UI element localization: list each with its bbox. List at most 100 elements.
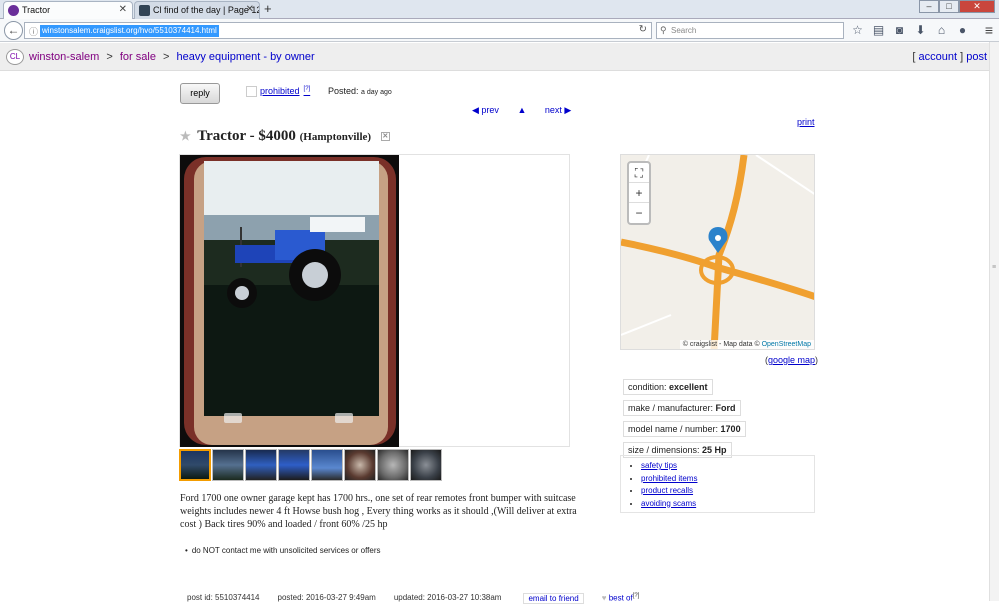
breadcrumb-separator: >	[163, 51, 170, 63]
chat-icon[interactable]: ●	[955, 22, 970, 38]
thumbnail[interactable]	[410, 449, 442, 481]
browser-tab-tractor[interactable]: Tractor ✕	[3, 1, 133, 19]
bookmark-star-icon[interactable]: ☆	[850, 22, 865, 38]
tab-title: Cl find of the day | Page 12...	[153, 5, 260, 15]
posted-timestamp: posted: 2016-03-27 9:49am	[277, 593, 376, 602]
attr-label: model name / number:	[628, 424, 721, 434]
posting-title-text: Tractor - $4000	[197, 128, 296, 144]
safety-links: safety tips prohibited items product rec…	[620, 455, 815, 513]
thumbnail[interactable]	[179, 449, 211, 481]
attr-value: Ford	[715, 403, 736, 413]
breadcrumb-city[interactable]: winston-salem	[29, 51, 99, 63]
breadcrumb-category[interactable]: heavy equipment - by owner	[177, 51, 315, 63]
zoom-out-button[interactable]: −	[629, 203, 649, 223]
thumbnail[interactable]	[278, 449, 310, 481]
reading-list-icon[interactable]: ▤	[871, 22, 886, 38]
minimize-icon[interactable]: –	[919, 0, 939, 13]
reload-icon[interactable]: ↻	[639, 24, 647, 35]
home-icon[interactable]: ⌂	[934, 22, 949, 38]
tab-title: Tractor	[22, 5, 51, 15]
thumbnail[interactable]	[212, 449, 244, 481]
google-map-link[interactable]: google map	[768, 355, 815, 365]
map-controls: ⛶ + −	[627, 161, 651, 225]
breadcrumb-separator: >	[106, 51, 113, 63]
thumbnail[interactable]	[377, 449, 409, 481]
site-favicon-icon	[139, 5, 150, 16]
prohibited-flag-link[interactable]: prohibited [?]	[260, 86, 310, 96]
map-attribution-text: © craigslist - Map data ©	[682, 341, 762, 348]
attr-value: excellent	[669, 382, 708, 392]
thumbnail[interactable]	[245, 449, 277, 481]
list-item: product recalls	[641, 485, 814, 498]
openstreetmap-link[interactable]: OpenStreetMap	[762, 341, 811, 348]
browser-tab-cl-find[interactable]: Cl find of the day | Page 12... ✕	[134, 1, 260, 19]
thumbnail-strip	[179, 449, 442, 481]
info-icon[interactable]: ⓘ	[29, 25, 38, 38]
flag-checkbox[interactable]	[246, 86, 257, 97]
safety-tips-link[interactable]: safety tips	[641, 461, 677, 470]
search-icon: ⚲	[660, 25, 667, 35]
browser-toolbar: ☆ ▤ ◙ ⬇ ⌂ ●	[850, 22, 970, 38]
search-placeholder: Search	[671, 26, 697, 35]
best-of-help[interactable]: [?]	[633, 593, 640, 599]
google-map-link-wrapper: (google map)	[765, 355, 819, 365]
prohibited-label: prohibited	[260, 86, 300, 96]
attr-label: make / manufacturer:	[628, 403, 716, 413]
thumbnail[interactable]	[344, 449, 376, 481]
prev-link[interactable]: ◀ prev	[472, 105, 499, 115]
back-button[interactable]: ←	[4, 21, 23, 40]
thumbnail[interactable]	[311, 449, 343, 481]
print-link[interactable]: print	[797, 117, 815, 127]
prohibited-items-link[interactable]: prohibited items	[641, 474, 697, 483]
close-tab-icon[interactable]: ✕	[246, 2, 254, 18]
posting-footer: post id: 5510374414 posted: 2016-03-27 9…	[187, 593, 639, 604]
attr-make: make / manufacturer: Ford	[623, 400, 741, 416]
hamburger-menu-icon[interactable]: ≡	[985, 22, 993, 38]
posting-title: ★ Tractor - $4000 (Hamptonville) ✕	[180, 128, 390, 145]
posting-body: Ford 1700 one owner garage kept has 1700…	[180, 493, 577, 530]
up-link[interactable]: ▲	[517, 105, 526, 115]
craigslist-favicon-icon	[8, 5, 19, 16]
favorite-star-icon[interactable]: ★	[180, 129, 191, 143]
account-links: [ account ] post	[912, 51, 987, 63]
zoom-in-button[interactable]: +	[629, 183, 649, 203]
map-attribution: © craigslist - Map data © OpenStreetMap	[679, 340, 814, 349]
posted-date: Posted: a day ago	[328, 86, 392, 96]
best-of-wrapper: ♥ best of[?]	[602, 593, 640, 604]
download-icon[interactable]: ⬇	[913, 22, 928, 38]
email-to-friend-button[interactable]: email to friend	[523, 593, 584, 604]
hide-posting-icon[interactable]: ✕	[380, 132, 390, 142]
browser-nav-bar: ← ⓘ winstonsalem.craigslist.org/hvo/5510…	[0, 19, 999, 42]
breadcrumb-bar: CL winston-salem > for sale > heavy equi…	[0, 43, 999, 71]
craigslist-logo[interactable]: CL	[6, 49, 24, 65]
best-of-link[interactable]: best of	[609, 594, 633, 603]
next-link[interactable]: next ▶	[545, 105, 571, 115]
page-scrollbar[interactable]: ≡	[989, 42, 999, 601]
attr-value: 1700	[720, 424, 741, 434]
new-tab-button[interactable]: +	[264, 1, 272, 17]
posted-value: a day ago	[361, 89, 392, 96]
close-window-icon[interactable]: ✕	[959, 0, 995, 13]
prohibited-help[interactable]: [?]	[304, 86, 311, 92]
pocket-icon[interactable]: ◙	[892, 22, 907, 38]
reply-button[interactable]: reply	[180, 83, 220, 104]
search-input[interactable]: ⚲ Search	[656, 22, 844, 39]
attr-value: 25 Hp	[702, 445, 727, 455]
browser-tab-strip: Tractor ✕ Cl find of the day | Page 12..…	[0, 0, 999, 19]
location-map[interactable]: ⛶ + − © craigslist - Map data © OpenStre…	[620, 154, 815, 350]
main-photo[interactable]	[180, 155, 399, 447]
prev-next-nav: ◀ prev ▲ next ▶	[472, 105, 587, 116]
maximize-icon[interactable]: □	[939, 0, 959, 13]
close-tab-icon[interactable]: ✕	[119, 2, 127, 18]
attr-label: condition:	[628, 382, 670, 392]
list-item: prohibited items	[641, 473, 814, 486]
post-id: post id: 5510374414	[187, 593, 260, 602]
url-bar[interactable]: ⓘ winstonsalem.craigslist.org/hvo/551037…	[24, 22, 652, 39]
breadcrumb-section[interactable]: for sale	[120, 51, 156, 63]
product-recalls-link[interactable]: product recalls	[641, 486, 693, 495]
account-link[interactable]: account	[919, 51, 958, 63]
fullscreen-icon[interactable]: ⛶	[629, 163, 649, 183]
post-link[interactable]: post	[966, 51, 987, 63]
avoiding-scams-link[interactable]: avoiding scams	[641, 499, 696, 508]
attr-label: size / dimensions:	[628, 445, 703, 455]
